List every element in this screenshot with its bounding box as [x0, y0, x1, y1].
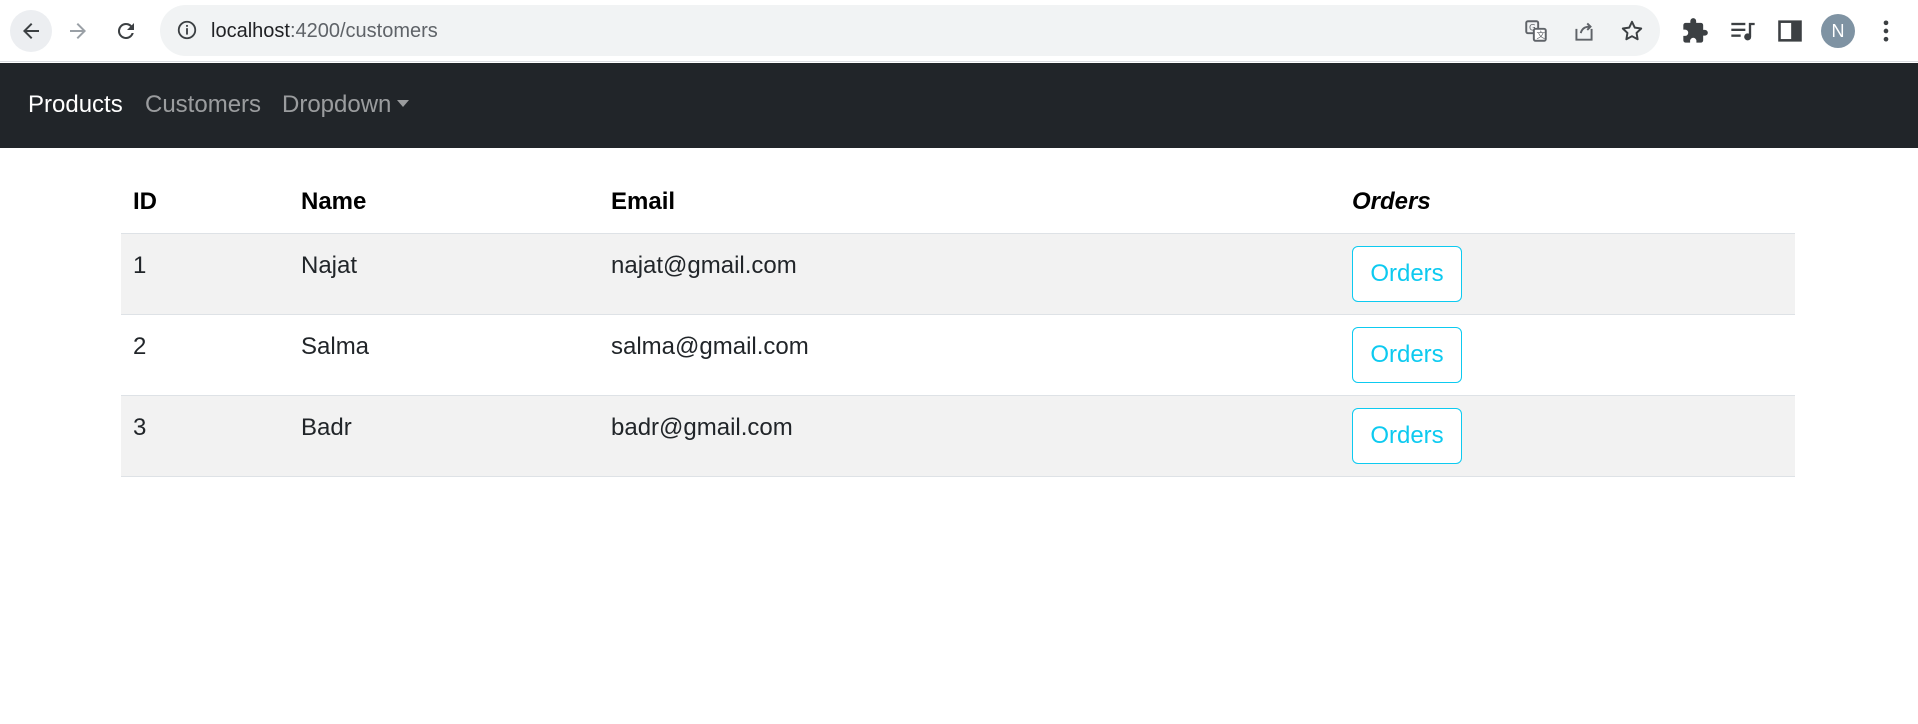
back-arrow-icon	[23, 23, 39, 39]
address-bar[interactable]: localhost:4200/customers G 文	[160, 5, 1660, 56]
nav-dropdown-toggle[interactable]: Dropdown	[282, 91, 410, 119]
customers-table: ID Name Email Orders 1 Najat najat@gmail…	[121, 172, 1795, 477]
translate-icon[interactable]: G 文	[1523, 18, 1549, 44]
cell-email: salma@gmail.com	[599, 314, 1340, 396]
svg-text:文: 文	[1537, 29, 1546, 41]
table-header-row: ID Name Email Orders	[121, 172, 1795, 234]
cell-id: 2	[121, 314, 289, 396]
orders-button[interactable]: Orders	[1352, 326, 1462, 383]
reload-icon	[117, 22, 134, 39]
cell-actions: Orders	[1340, 395, 1795, 477]
more-vert-icon[interactable]	[1872, 17, 1900, 45]
url-text[interactable]: localhost:4200/customers	[211, 20, 438, 43]
cell-name: Badr	[289, 395, 599, 477]
customers-table-container: ID Name Email Orders 1 Najat najat@gmail…	[121, 172, 1795, 477]
table-row: 2 Salma salma@gmail.com Orders	[121, 314, 1795, 396]
cell-actions: Orders	[1340, 314, 1795, 396]
extensions-icon[interactable]	[1681, 17, 1709, 45]
caret-down-icon	[397, 100, 410, 107]
header-id: ID	[121, 172, 289, 234]
orders-button[interactable]: Orders	[1352, 407, 1462, 464]
media-queue-icon[interactable]	[1729, 17, 1757, 45]
cell-name: Salma	[289, 314, 599, 396]
url-host: localhost	[211, 20, 290, 42]
cell-actions: Orders	[1340, 233, 1795, 315]
back-button[interactable]	[10, 10, 52, 52]
forward-arrow-icon	[70, 23, 86, 39]
cell-id: 3	[121, 395, 289, 477]
browser-toolbar: localhost:4200/customers G 文 N	[0, 0, 1918, 62]
header-orders: Orders	[1340, 172, 1795, 234]
bookmark-star-icon[interactable]	[1619, 18, 1645, 44]
table-row: 3 Badr badr@gmail.com Orders	[121, 395, 1795, 477]
cell-id: 1	[121, 233, 289, 315]
app-navbar: Products Customers Dropdown	[0, 63, 1918, 148]
reload-button[interactable]	[105, 10, 147, 52]
site-info-icon[interactable]	[176, 19, 198, 41]
side-panel-icon[interactable]	[1776, 17, 1804, 45]
forward-button[interactable]	[57, 10, 99, 52]
orders-button[interactable]: Orders	[1352, 245, 1462, 302]
nav-dropdown-label: Dropdown	[282, 91, 392, 118]
profile-avatar[interactable]: N	[1821, 14, 1855, 48]
url-path: :4200/customers	[289, 20, 438, 42]
share-icon[interactable]	[1571, 18, 1597, 44]
header-name: Name	[289, 172, 599, 234]
header-email: Email	[599, 172, 1340, 234]
cell-name: Najat	[289, 233, 599, 315]
avatar-initial: N	[1831, 20, 1845, 41]
table-row: 1 Najat najat@gmail.com Orders	[121, 233, 1795, 315]
cell-email: badr@gmail.com	[599, 395, 1340, 477]
nav-link-customers[interactable]: Customers	[145, 91, 261, 119]
cell-email: najat@gmail.com	[599, 233, 1340, 315]
nav-link-products[interactable]: Products	[28, 91, 123, 119]
